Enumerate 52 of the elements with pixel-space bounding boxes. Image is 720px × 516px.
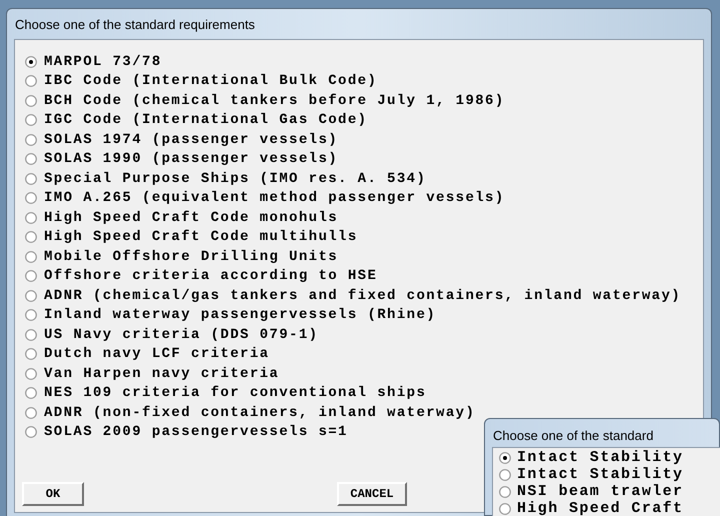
option-label[interactable]: NES 109 criteria for conventional ships: [44, 386, 426, 400]
radio-button[interactable]: [499, 468, 511, 480]
radio-button[interactable]: [25, 387, 37, 400]
radio-button[interactable]: [25, 172, 37, 185]
window-title: Choose one of the standard requirements: [15, 16, 255, 34]
option-label[interactable]: NSI beam trawler: [517, 484, 684, 499]
radio-button[interactable]: [25, 426, 37, 438]
radio-button[interactable]: [25, 75, 37, 88]
option-label[interactable]: ADNR (non-fixed containers, inland waterway): [44, 406, 476, 420]
option-label[interactable]: SOLAS 1974 (passenger vessels): [44, 132, 338, 147]
radio-button[interactable]: [25, 309, 37, 322]
radio-button[interactable]: [25, 212, 37, 224]
radio-button[interactable]: [25, 348, 37, 360]
cancel-button[interactable]: CANCEL: [337, 482, 407, 506]
option-label[interactable]: Dutch navy LCF criteria: [44, 347, 270, 362]
option-label[interactable]: SOLAS 1990 (passenger vessels): [44, 152, 338, 166]
option-label[interactable]: Van Harpen navy criteria: [44, 366, 280, 381]
radio-button[interactable]: [25, 192, 37, 204]
radio-button[interactable]: [25, 56, 37, 68]
option-label[interactable]: High Speed Craft Code monohuls: [44, 210, 338, 225]
radio-button[interactable]: [25, 290, 37, 302]
radio-button[interactable]: [25, 153, 37, 166]
radio-button[interactable]: [25, 134, 37, 146]
radio-button[interactable]: [25, 406, 37, 419]
option-label[interactable]: SOLAS 2009 passengervessels s=1: [44, 425, 348, 440]
radio-button[interactable]: [25, 114, 37, 126]
option-label[interactable]: Intact Stability: [517, 467, 684, 482]
radio-button[interactable]: [25, 270, 37, 282]
option-label[interactable]: Intact Stability: [517, 450, 684, 465]
radio-button[interactable]: [25, 231, 37, 244]
option-label[interactable]: Special Purpose Ships (IMO res. A. 534): [44, 172, 426, 186]
option-label[interactable]: Mobile Offshore Drilling Units: [44, 250, 338, 264]
option-label[interactable]: Inland waterway passengervessels (Rhine): [44, 308, 436, 322]
ok-button[interactable]: OK: [22, 482, 84, 506]
option-label[interactable]: IMO A.265 (equivalent method passenger vessels): [44, 191, 505, 206]
radio-button[interactable]: [25, 250, 37, 263]
option-label[interactable]: BCH Code (chemical tankers before July 1, 1986): [44, 94, 505, 108]
option-label[interactable]: US Navy criteria (DDS 079-1): [44, 328, 318, 342]
window-title: Choose one of the standard: [493, 427, 654, 445]
option-label[interactable]: IGC Code (International Gas Code): [44, 113, 368, 128]
option-label[interactable]: ADNR (chemical/gas tankers and fixed containers, inland waterway): [44, 288, 682, 303]
radio-button[interactable]: [499, 486, 511, 498]
radio-button[interactable]: [499, 502, 511, 514]
option-label[interactable]: High Speed Craft Code multihulls: [44, 230, 358, 244]
option-label[interactable]: Offshore criteria according to HSE: [44, 269, 378, 284]
option-label[interactable]: IBC Code (International Bulk Code): [44, 74, 378, 88]
radio-button[interactable]: [25, 94, 37, 107]
option-label[interactable]: High Speed Craft: [517, 501, 684, 516]
radio-button[interactable]: [25, 328, 37, 341]
radio-button[interactable]: [25, 368, 37, 380]
radio-button[interactable]: [499, 452, 511, 464]
option-label[interactable]: MARPOL 73/78: [44, 54, 162, 69]
